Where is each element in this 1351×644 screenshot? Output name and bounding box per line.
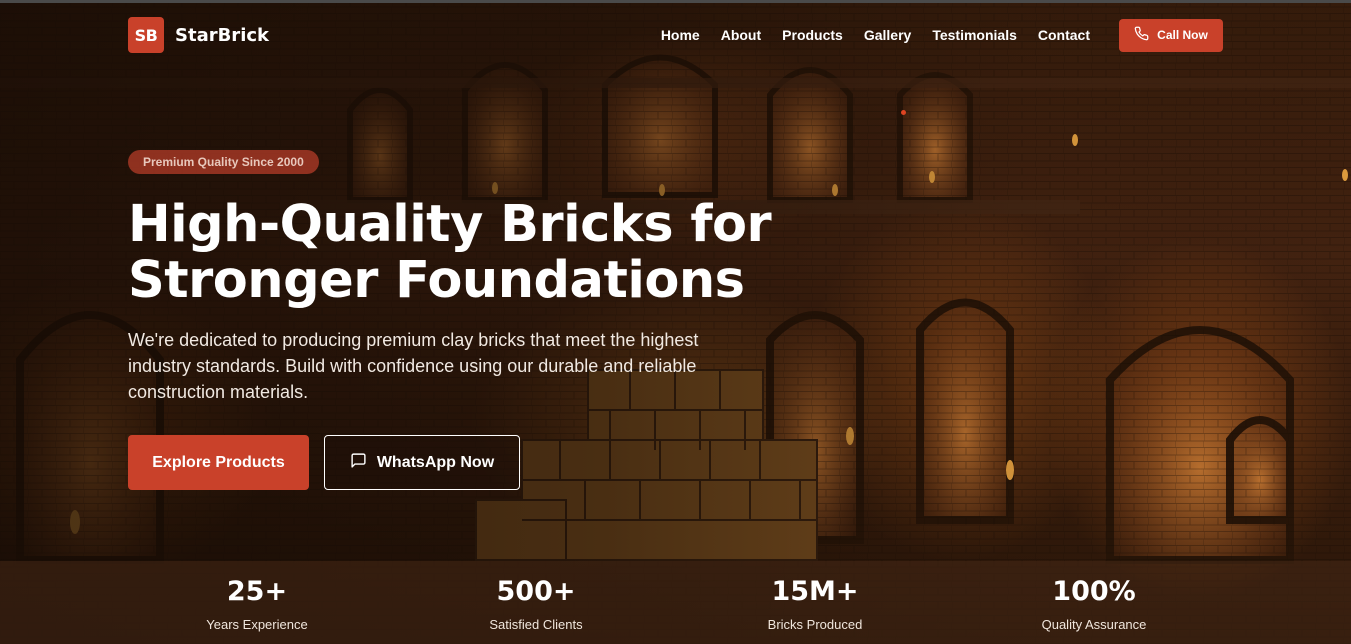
stat-label: Bricks Produced (767, 617, 863, 632)
main-navbar: SB StarBrick Home About Products Gallery… (128, 17, 1223, 53)
brand-name: StarBrick (175, 24, 269, 46)
stat-item: 100% Quality Assurance (965, 561, 1223, 644)
explore-products-button[interactable]: Explore Products (128, 435, 309, 490)
decorative-dot (901, 110, 906, 115)
chat-bubble-icon (350, 452, 367, 474)
hero-subtitle: We're dedicated to producing premium cla… (128, 330, 699, 402)
stat-value: 100% (1052, 576, 1136, 607)
stat-label: Quality Assurance (1041, 617, 1147, 632)
stat-item: 15M+ Bricks Produced (686, 561, 944, 644)
stat-value: 15M+ (771, 576, 859, 607)
call-now-button[interactable]: Call Now (1119, 18, 1223, 52)
stat-item: 25+ Years Experience (128, 561, 386, 644)
hero-title: High-Quality Bricks for Stronger Foundat… (128, 197, 808, 309)
nav-link-contact[interactable]: Contact (1038, 27, 1090, 43)
hero-title-line1: High-Quality Bricks for (128, 195, 772, 254)
hero-title-line2: Stronger Foundations (128, 251, 745, 310)
nav-links: Home About Products Gallery Testimonials… (661, 27, 1090, 43)
brand-link[interactable]: SB StarBrick (128, 17, 269, 53)
whatsapp-now-button[interactable]: WhatsApp Now (324, 435, 520, 490)
whatsapp-now-label: WhatsApp Now (376, 453, 495, 471)
phone-icon (1134, 26, 1149, 44)
stat-item: 500+ Satisfied Clients (407, 561, 665, 644)
stat-label: Satisfied Clients (489, 617, 583, 632)
hero-content: Premium Quality Since 2000 High-Quality … (128, 150, 808, 490)
stat-value: 500+ (496, 576, 576, 607)
nav-link-home[interactable]: Home (661, 27, 700, 43)
hero-badge: Premium Quality Since 2000 (128, 150, 319, 174)
stat-value: 25+ (226, 576, 288, 607)
brand-logo: SB (128, 17, 164, 53)
nav-link-about[interactable]: About (721, 27, 761, 43)
nav-link-products[interactable]: Products (782, 27, 843, 43)
hero-cta-row: Explore Products WhatsApp Now (128, 435, 808, 490)
nav-link-gallery[interactable]: Gallery (864, 27, 911, 43)
nav-link-testimonials[interactable]: Testimonials (932, 27, 1017, 43)
stats-bar: 25+ Years Experience 500+ Satisfied Clie… (0, 561, 1351, 644)
top-border (0, 0, 1351, 3)
call-now-label: Call Now (1157, 28, 1208, 42)
nav-right: Home About Products Gallery Testimonials… (661, 18, 1223, 52)
stat-label: Years Experience (206, 617, 308, 632)
